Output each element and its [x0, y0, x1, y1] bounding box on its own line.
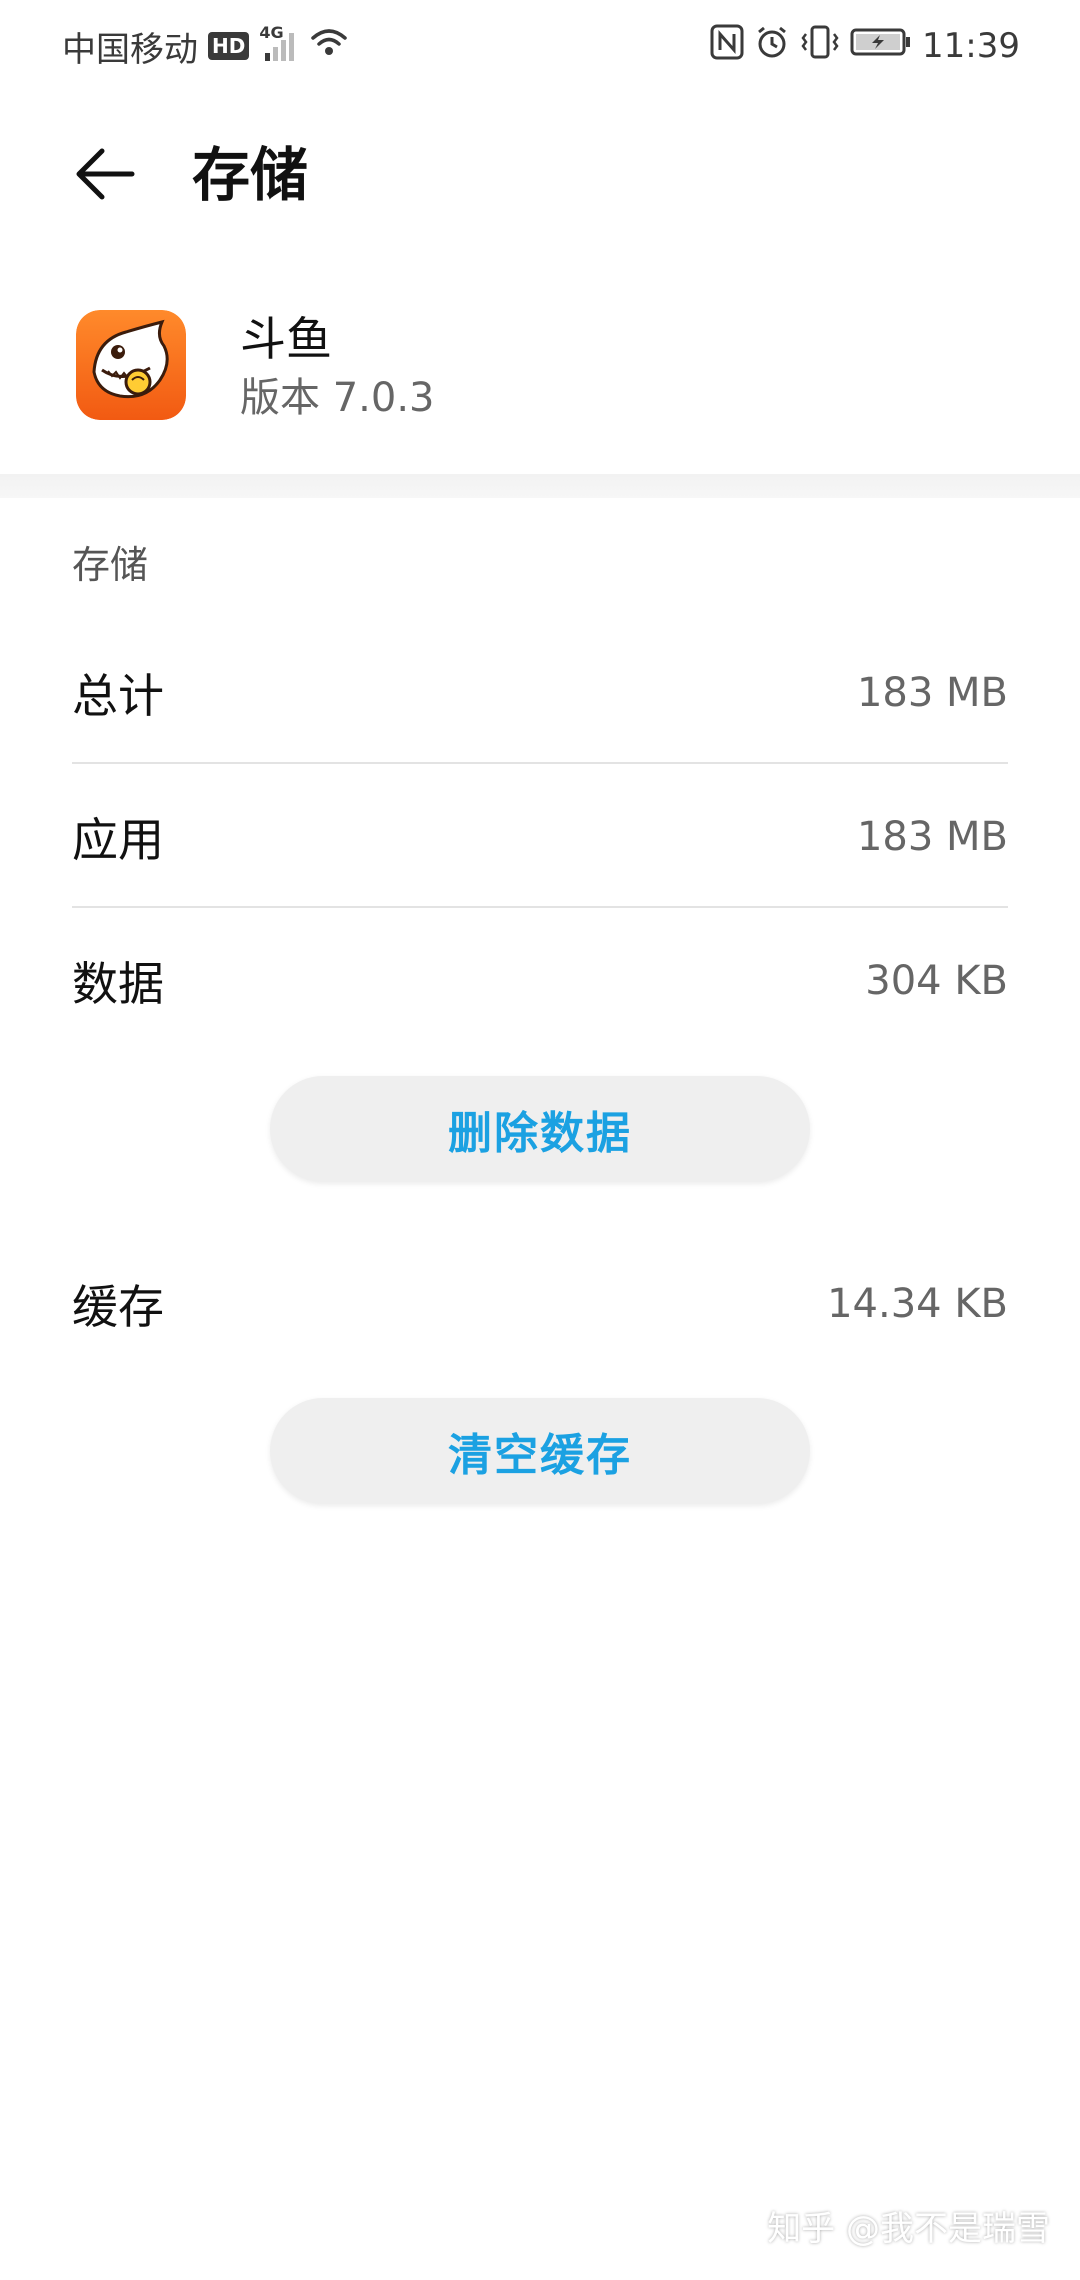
row-value: 304 KB: [865, 958, 1008, 1004]
clock: 11:39: [922, 26, 1020, 66]
row-value: 14.34 KB: [827, 1281, 1008, 1327]
row-label: 数据: [72, 957, 164, 1011]
row-cache: 缓存 14.34 KB: [72, 1233, 1008, 1375]
status-bar: 中国移动 HD 4G 11:39: [0, 0, 1080, 92]
row-label: 应用: [72, 813, 164, 867]
row-value: 183 MB: [856, 670, 1008, 716]
status-left: 中国移动 HD 4G: [62, 22, 359, 71]
row-value: 183 MB: [856, 814, 1008, 860]
douyu-shark-icon: [76, 310, 186, 420]
clear-cache-button[interactable]: 清空缓存: [270, 1398, 810, 1504]
row-divider: [72, 906, 1008, 908]
alarm-icon: [754, 24, 790, 69]
vibrate-icon: [800, 24, 840, 69]
carrier-name: 中国移动: [62, 29, 198, 70]
row-label: 缓存: [72, 1280, 164, 1334]
delete-data-button[interactable]: 删除数据: [270, 1076, 810, 1182]
app-version: 版本 7.0.3: [240, 375, 435, 421]
section-label-storage: 存储: [72, 543, 149, 587]
row-divider: [72, 762, 1008, 764]
row-app: 应用 183 MB: [72, 766, 1008, 908]
status-right: 11:39: [710, 24, 1020, 69]
title-bar: 存储: [0, 130, 1080, 220]
wifi-icon: [309, 26, 349, 67]
back-button[interactable]: [70, 144, 140, 204]
back-arrow-icon: [76, 148, 135, 200]
page-title: 存储: [192, 141, 309, 209]
row-total: 总计 183 MB: [72, 622, 1008, 764]
section-divider: [0, 474, 1080, 498]
hd-badge: HD: [208, 32, 250, 60]
watermark: 知乎 @我不是瑞雪: [767, 2209, 1050, 2249]
row-label: 总计: [72, 669, 164, 723]
app-name: 斗鱼: [240, 312, 332, 366]
app-header: 斗鱼 版本 7.0.3: [0, 310, 1080, 430]
network-type: 4G: [259, 23, 284, 42]
cell-signal-icon: 4G: [259, 23, 299, 63]
row-data: 数据 304 KB: [72, 910, 1008, 1052]
battery-charging-icon: [850, 26, 912, 66]
nfc-icon: [710, 24, 744, 69]
